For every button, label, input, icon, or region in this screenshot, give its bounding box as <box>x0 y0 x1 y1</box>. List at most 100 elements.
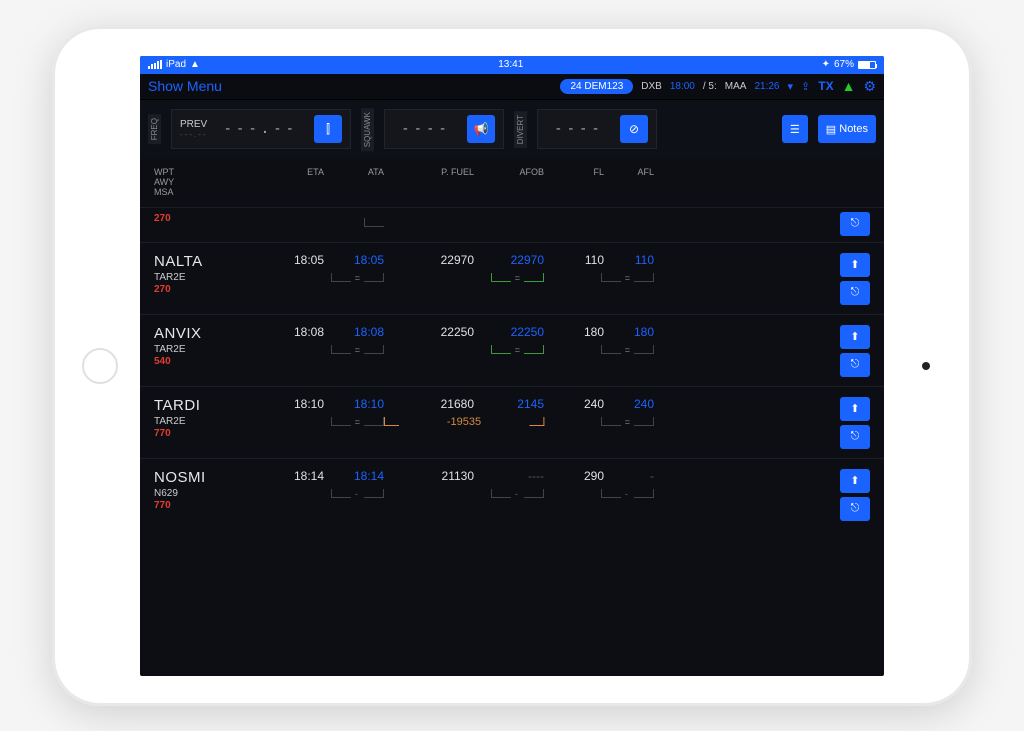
eta-value: 18:08 <box>294 325 324 339</box>
squawk-card[interactable]: ---- 📢 <box>384 109 504 149</box>
eta-value: 18:05 <box>294 253 324 267</box>
afob-value: 22970 <box>511 253 544 267</box>
waypoint-list[interactable]: 270 ⎋ NALTA TAR2E 270 18:05 18:05 = 2297… <box>140 207 884 676</box>
prev-label: PREV <box>180 119 207 130</box>
share-icon: ⎋ <box>851 502 860 515</box>
msa-value: 540 <box>154 356 264 367</box>
share-button[interactable]: ⎋ <box>840 353 870 377</box>
col-fl: FL <box>544 167 604 177</box>
afl-value: 110 <box>635 253 654 267</box>
waypoint-row[interactable]: NALTA TAR2E 270 18:05 18:05 = 22970 2297… <box>140 242 884 314</box>
rocket-button[interactable]: ⬆ <box>840 253 870 277</box>
wifi-icon: ▲ <box>190 59 200 70</box>
msa-value: 270 <box>154 213 264 224</box>
show-menu-link[interactable]: Show Menu <box>148 78 222 94</box>
freq-card[interactable]: PREV---.-- ---.-- ⫿ <box>171 109 351 149</box>
link-icon[interactable]: ⇪ <box>801 80 810 93</box>
afl-value: - <box>650 469 654 483</box>
notes-icon: ▤ <box>826 123 836 136</box>
bluetooth-icon: ✦ <box>822 59 830 70</box>
list-button[interactable]: ☰ <box>782 115 808 143</box>
col-afl: AFL <box>604 167 654 177</box>
notes-button[interactable]: ▤ Notes <box>818 115 876 143</box>
share-button[interactable]: ⎋ <box>840 281 870 305</box>
wifi-strength-icon: ▲ <box>842 78 856 94</box>
ata-value: 18:08 <box>354 325 384 339</box>
bars-icon: ⫿ <box>326 122 330 137</box>
eta-value: 18:10 <box>294 397 324 411</box>
share-icon: ⎋ <box>851 430 860 443</box>
ata-value: 18:14 <box>354 469 384 483</box>
share-icon: ⎋ <box>851 286 860 299</box>
divert-tab[interactable]: DIVERT <box>514 111 527 148</box>
dep-sep: / 5: <box>703 81 717 92</box>
chevron-down-icon[interactable]: ▾ <box>787 80 793 93</box>
fl-value: 290 <box>584 469 604 483</box>
fl-value: 240 <box>584 397 604 411</box>
arr-code: MAA <box>725 81 747 92</box>
table-header: WPT AWY MSA ETA ATA P. FUEL AFOB FL AFL <box>140 159 884 207</box>
pfuel-value: 22970 <box>441 253 474 267</box>
ios-status-bar: iPad▲ 13:41 ✦67% <box>140 56 884 74</box>
msa-value: 770 <box>154 500 264 511</box>
status-time: 13:41 <box>200 59 822 70</box>
arr-time: 21:26 <box>754 81 779 92</box>
rocket-button[interactable]: ⬆ <box>840 397 870 421</box>
rocket-icon: ⬆ <box>850 474 859 487</box>
share-button[interactable]: ⎋ <box>840 497 870 521</box>
battery-icon <box>858 61 876 69</box>
home-button[interactable] <box>82 348 118 384</box>
dep-code: DXB <box>641 81 662 92</box>
fl-value: 110 <box>585 253 604 267</box>
freq-tab[interactable]: FREQ <box>148 114 161 144</box>
rocket-button[interactable]: ⬆ <box>840 469 870 493</box>
divert-value: ---- <box>546 121 612 137</box>
squawk-tab[interactable]: SQUAWK <box>361 108 374 151</box>
share-icon: ⎋ <box>851 217 860 230</box>
eta-value: 18:14 <box>294 469 324 483</box>
afl-value: 180 <box>634 325 654 339</box>
settings-gear-icon[interactable]: ⚙ <box>863 78 876 95</box>
col-eta: ETA <box>264 167 324 177</box>
share-button[interactable]: ⎋ <box>840 212 870 236</box>
share-icon: ⎋ <box>851 358 860 371</box>
tx-indicator: TX <box>818 79 833 93</box>
col-awy: AWY <box>154 177 264 187</box>
waypoint-row[interactable]: ANVIX TAR2E 540 18:08 18:08 = 22250 2225… <box>140 314 884 386</box>
rocket-button[interactable]: ⬆ <box>840 325 870 349</box>
rocket-icon: ⬆ <box>850 258 859 271</box>
flight-badge[interactable]: 24 DEM123 <box>560 79 633 94</box>
waypoint-row[interactable]: 270 ⎋ <box>140 207 884 242</box>
pfuel-value: 21130 <box>442 469 474 483</box>
dep-time: 18:00 <box>670 81 695 92</box>
col-pfuel: P. FUEL <box>384 167 474 177</box>
divert-action-button[interactable]: ⊘ <box>620 115 648 143</box>
col-wpt: WPT <box>154 167 264 177</box>
share-button[interactable]: ⎋ <box>840 425 870 449</box>
notes-label: Notes <box>839 123 868 135</box>
waypoint-row[interactable]: TARDI TAR2E 770 18:10 18:10 = 21680 2145… <box>140 386 884 458</box>
col-msa: MSA <box>154 187 264 197</box>
col-afob: AFOB <box>474 167 544 177</box>
col-ata: ATA <box>324 167 384 177</box>
awy-value: N629 <box>154 488 264 499</box>
afob-value: 2145 <box>517 397 544 411</box>
prev-value: ---.-- <box>180 130 208 139</box>
squawk-action-button[interactable]: 📢 <box>467 115 495 143</box>
signal-icon <box>148 60 162 69</box>
wpt-name: NOSMI <box>154 469 264 486</box>
awy-value: TAR2E <box>154 344 264 355</box>
front-camera <box>922 362 930 370</box>
tablet-frame: iPad▲ 13:41 ✦67% Show Menu 24 DEM123 DXB… <box>52 26 972 706</box>
rocket-icon: ⬆ <box>850 330 859 343</box>
control-bar: FREQ PREV---.-- ---.-- ⫿ SQUAWK ---- 📢 D… <box>140 100 884 159</box>
msa-value: 770 <box>154 428 264 439</box>
divert-card[interactable]: ---- ⊘ <box>537 109 657 149</box>
pfuel-value: 22250 <box>441 325 474 339</box>
pfuel-value: 21680 <box>441 397 474 411</box>
wpt-name: TARDI <box>154 397 264 414</box>
wpt-name: NALTA <box>154 253 264 270</box>
app-header: Show Menu 24 DEM123 DXB 18:00 / 5: MAA 2… <box>140 74 884 100</box>
waypoint-row[interactable]: NOSMI N629 770 18:14 18:14 - 21130 ---- … <box>140 458 884 530</box>
freq-action-button[interactable]: ⫿ <box>314 115 342 143</box>
